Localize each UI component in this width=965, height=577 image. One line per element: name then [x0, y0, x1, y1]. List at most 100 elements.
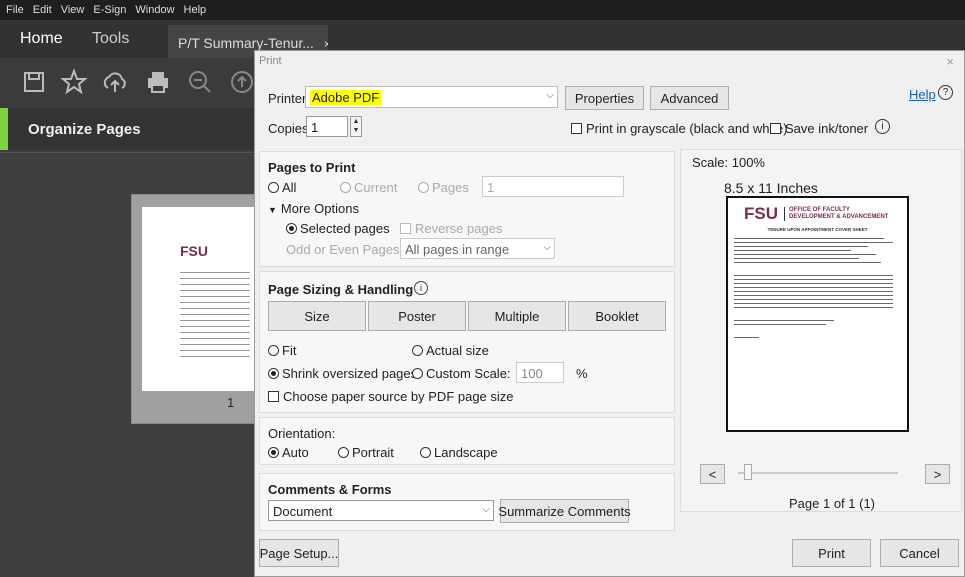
close-tab-icon[interactable]: ×	[324, 37, 328, 51]
radio-icon	[268, 345, 279, 356]
radio-selected-icon	[268, 447, 279, 458]
checkbox-icon	[268, 391, 279, 402]
page-sizing-title: Page Sizing & Handling	[268, 282, 414, 297]
help-icon[interactable]: ?	[938, 85, 953, 100]
summarize-comments-button[interactable]: Summarize Comments	[498, 499, 631, 523]
office-line-2: DEVELOPMENT & ADVANCEMENT	[789, 214, 889, 220]
menu-edit[interactable]: Edit	[33, 4, 52, 16]
multiple-button[interactable]: Multiple	[468, 301, 566, 331]
info-icon[interactable]: i	[414, 281, 428, 295]
form-lines	[734, 238, 901, 338]
printer-select[interactable]: Adobe PDF ⌵	[305, 86, 558, 108]
thumb-text-lines	[180, 267, 250, 357]
radio-icon	[418, 182, 429, 193]
radio-portrait[interactable]: Portrait	[338, 445, 394, 460]
cloud-upload-icon[interactable]	[101, 68, 129, 96]
menu-esign[interactable]: E-Sign	[93, 4, 126, 16]
menu-help[interactable]: Help	[184, 4, 207, 16]
menu-view[interactable]: View	[61, 4, 85, 16]
radio-shrink[interactable]: Shrink oversized pages	[268, 366, 417, 381]
radio-auto[interactable]: Auto	[268, 445, 309, 460]
pages-to-print-title: Pages to Print	[268, 160, 356, 175]
auto-label: Auto	[282, 445, 309, 460]
tab-tools[interactable]: Tools	[92, 30, 129, 48]
preview-prev-button[interactable]: <	[700, 464, 725, 484]
preview-page-count: Page 1 of 1 (1)	[789, 496, 875, 511]
chevron-down-icon: ⌵	[546, 90, 554, 101]
printer-icon[interactable]	[144, 68, 172, 96]
triangle-down-icon: ▼	[268, 205, 277, 215]
menu-window[interactable]: Window	[135, 4, 174, 16]
accent-bar	[0, 108, 8, 150]
selected-pages-label: Selected pages	[300, 221, 390, 236]
page-setup-button[interactable]: Page Setup...	[259, 539, 339, 567]
booklet-button[interactable]: Booklet	[568, 301, 666, 331]
portrait-label: Portrait	[352, 445, 394, 460]
print-dialog: Print × Printer: Adobe PDF ⌵ Properties …	[254, 50, 965, 577]
organize-pages-header[interactable]: Organize Pages	[0, 108, 255, 150]
comments-select[interactable]: Document ⌵	[268, 500, 494, 521]
shrink-label: Shrink oversized pages	[282, 366, 418, 381]
save-ink-checkbox[interactable]: Save ink/toner	[770, 121, 868, 136]
scroll-up-icon[interactable]	[228, 68, 256, 96]
radio-landscape[interactable]: Landscape	[420, 445, 498, 460]
radio-selected-pages[interactable]: Selected pages	[286, 221, 390, 236]
page-slider-track	[738, 472, 898, 474]
odd-even-select[interactable]: All pages in range ⌵	[400, 238, 555, 259]
properties-button[interactable]: Properties	[565, 86, 644, 110]
chevron-down-icon: ⌵	[543, 242, 551, 253]
fsu-logo: FSU	[744, 204, 778, 223]
thumbnail-page: FSU	[142, 207, 257, 391]
save-icon[interactable]	[20, 68, 48, 96]
reverse-pages-checkbox[interactable]: Reverse pages	[400, 221, 502, 236]
more-options-toggle[interactable]: ▼ More Options	[268, 201, 359, 216]
advanced-button[interactable]: Advanced	[650, 86, 729, 110]
radio-actual-size[interactable]: Actual size	[412, 343, 489, 358]
zoom-out-icon[interactable]	[186, 68, 214, 96]
radio-custom-scale[interactable]: Custom Scale:	[412, 366, 511, 381]
paper-source-checkbox[interactable]: Choose paper source by PDF page size	[268, 389, 514, 404]
fit-label: Fit	[282, 343, 297, 358]
preview-scale: Scale: 100%	[692, 155, 765, 170]
radio-fit[interactable]: Fit	[268, 343, 296, 358]
grayscale-checkbox[interactable]: Print in grayscale (black and white)	[571, 121, 788, 136]
radio-current[interactable]: Current	[340, 180, 397, 195]
custom-scale-label: Custom Scale:	[426, 366, 511, 381]
radio-icon	[412, 368, 423, 379]
comments-forms-title: Comments & Forms	[268, 482, 392, 497]
help-link[interactable]: Help	[909, 87, 936, 102]
chevron-down-icon: ⌵	[482, 504, 490, 515]
radio-pages[interactable]: Pages	[418, 180, 469, 195]
preview-next-button[interactable]: >	[925, 464, 950, 484]
percent-label: %	[576, 366, 588, 381]
landscape-label: Landscape	[434, 445, 498, 460]
paper-source-label: Choose paper source by PDF page size	[283, 389, 514, 404]
copies-input[interactable]: 1	[306, 116, 348, 137]
tab-home[interactable]: Home	[20, 30, 63, 48]
pages-range-input[interactable]: 1	[482, 176, 624, 197]
radio-pages-label: Pages	[432, 180, 469, 195]
organize-pages-panel: Organize Pages FSU 1	[0, 108, 257, 577]
page-thumbnail[interactable]: FSU 1	[131, 194, 257, 424]
page-sizing-group: Page Sizing & Handling i Size Poster Mul…	[259, 271, 675, 413]
menu-file[interactable]: File	[6, 4, 24, 16]
copies-stepper[interactable]: ▲ ▼	[350, 116, 362, 137]
grayscale-label: Print in grayscale (black and white)	[586, 121, 788, 136]
cancel-button[interactable]: Cancel	[880, 539, 959, 567]
star-icon[interactable]	[60, 68, 88, 96]
printer-label: Printer:	[268, 91, 310, 106]
orientation-title: Orientation:	[268, 426, 336, 441]
info-icon[interactable]: i	[875, 119, 890, 134]
poster-button[interactable]: Poster	[368, 301, 466, 331]
save-ink-label: Save ink/toner	[785, 121, 869, 136]
print-button[interactable]: Print	[792, 539, 871, 567]
radio-icon	[338, 447, 349, 458]
preview-page: FSU OFFICE OF FACULTY DEVELOPMENT & ADVA…	[726, 196, 909, 432]
size-button[interactable]: Size	[268, 301, 366, 331]
radio-all-label: All	[282, 180, 297, 195]
radio-icon	[340, 182, 351, 193]
radio-all[interactable]: All	[268, 180, 296, 195]
scale-input[interactable]: 100	[516, 362, 564, 383]
page-slider-handle[interactable]	[744, 464, 752, 480]
close-icon[interactable]: ×	[946, 54, 954, 69]
